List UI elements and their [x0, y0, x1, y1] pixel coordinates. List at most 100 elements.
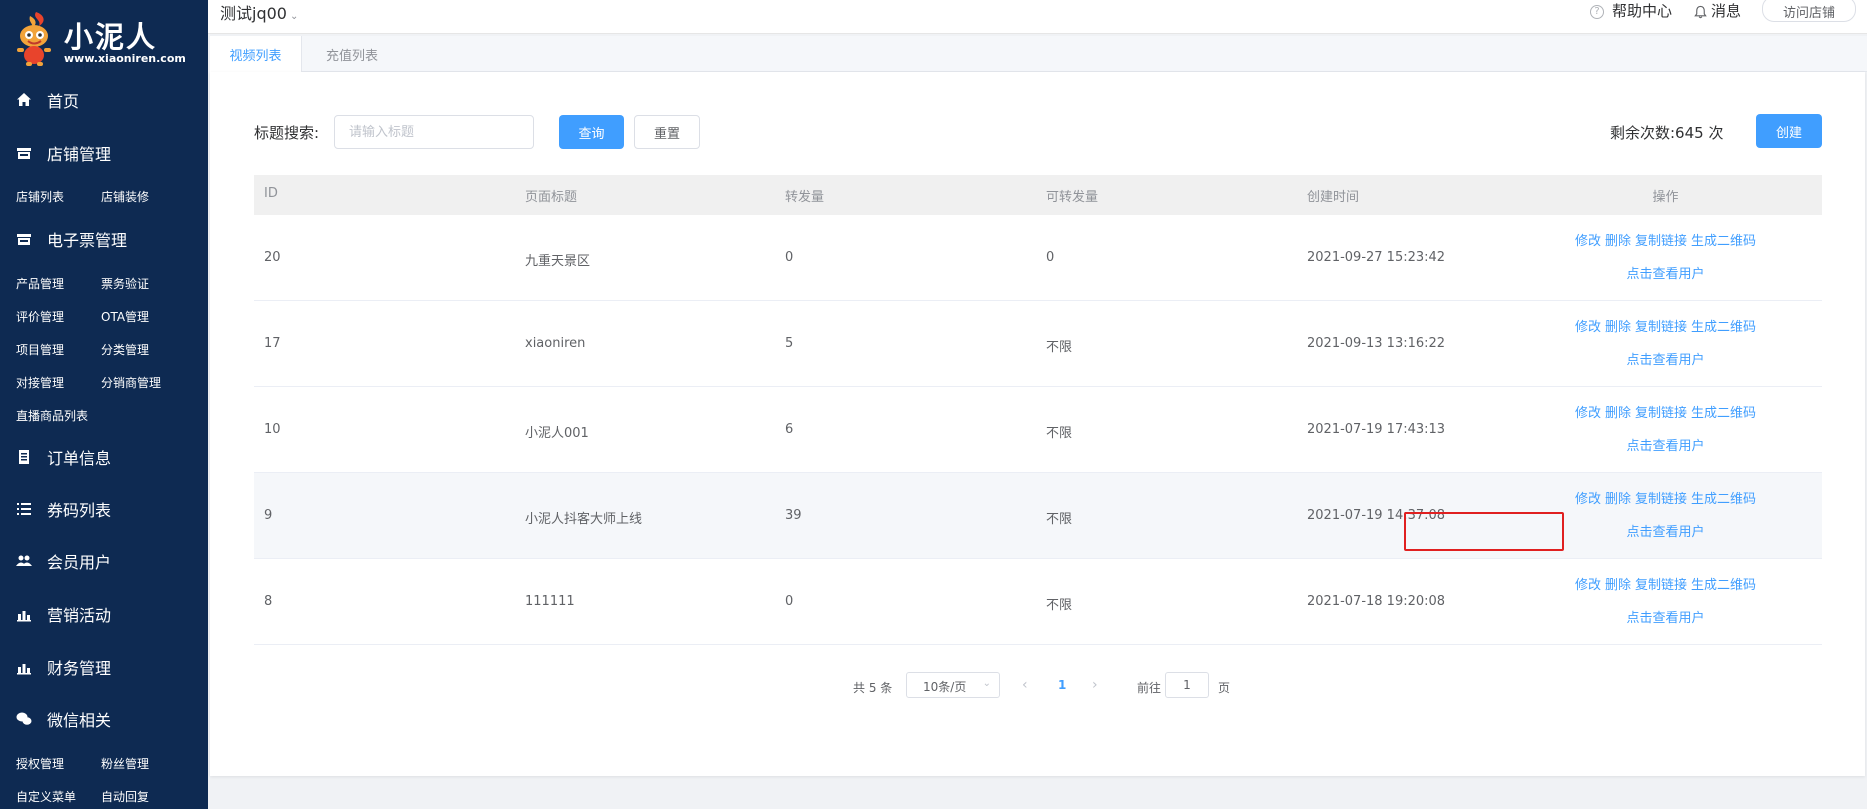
eticket-submenu-row3: 项目管理 分类管理 [0, 338, 208, 360]
edit-link[interactable]: 修改 [1575, 406, 1601, 421]
wechat-submenu-row2: 自定义菜单 自动回复 [0, 785, 208, 807]
submenu-live-products[interactable]: 直播商品列表 [16, 407, 88, 424]
nav-orders[interactable]: 订单信息 [0, 440, 208, 474]
nav-eticket[interactable]: 电子票管理 [0, 222, 208, 256]
cell-forward: 0 [785, 250, 794, 265]
nav-store[interactable]: 店铺管理 [0, 136, 208, 170]
tab-recharge-list[interactable]: 充值列表 [302, 36, 402, 72]
submenu-distributor[interactable]: 分销商管理 [101, 374, 161, 391]
store-submenu: 店铺列表 店铺装修 [0, 185, 208, 207]
edit-link[interactable]: 修改 [1575, 492, 1601, 507]
page-number-current[interactable]: 1 [1058, 678, 1066, 692]
reset-button[interactable]: 重置 [634, 115, 700, 149]
next-page-icon[interactable]: › [1092, 677, 1098, 693]
submenu-category[interactable]: 分类管理 [101, 341, 149, 358]
header-id: ID [264, 186, 278, 201]
submenu-product[interactable]: 产品管理 [16, 275, 64, 292]
qrcode-link[interactable]: 生成二维码 [1691, 234, 1756, 249]
pagination-total: 共 5 条 [853, 681, 893, 695]
view-users-link[interactable]: 点击查看用户 [1626, 611, 1704, 626]
submenu-store-list[interactable]: 店铺列表 [16, 188, 64, 205]
create-button[interactable]: 创建 [1756, 114, 1822, 148]
edit-link[interactable]: 修改 [1575, 234, 1601, 249]
submenu-auto-reply[interactable]: 自动回复 [101, 788, 149, 805]
delete-link[interactable]: 删除 [1605, 234, 1631, 249]
submenu-custom-menu[interactable]: 自定义菜单 [16, 788, 76, 805]
brand-name: 小泥人 [64, 20, 158, 54]
nav-members[interactable]: 会员用户 [0, 544, 208, 578]
delete-link[interactable]: 删除 [1605, 492, 1631, 507]
submenu-review[interactable]: 评价管理 [16, 308, 64, 325]
view-users-link[interactable]: 点击查看用户 [1626, 439, 1704, 454]
visit-store-button[interactable]: 访问店铺 [1762, 0, 1856, 22]
cell-can-forward: 不限 [1046, 598, 1073, 613]
messages-label: 消息 [1711, 2, 1742, 20]
prev-page-icon[interactable]: ‹ [1022, 677, 1028, 693]
submenu-ota[interactable]: OTA管理 [101, 308, 149, 325]
qrcode-link[interactable]: 生成二维码 [1691, 320, 1756, 335]
main-panel: 标题搜索: 查询 重置 剩余次数:645 次 创建 ID 页面标题 转发量 可转… [210, 72, 1865, 776]
tab-video-list[interactable]: 视频列表 [210, 36, 302, 73]
row-actions: 修改 删除 复制链接 生成二维码 点击查看用户 [1509, 577, 1822, 628]
nav-home[interactable]: 首页 [0, 83, 208, 117]
page-suffix: 页 [1218, 681, 1231, 695]
eticket-submenu-row2: 评价管理 OTA管理 [0, 305, 208, 327]
shop-switcher[interactable]: 测试jq00 ⌄ [220, 0, 298, 24]
nav-finance-label: 财务管理 [47, 659, 112, 678]
title-search-input[interactable] [334, 115, 534, 149]
copy-link[interactable]: 复制链接 [1635, 320, 1687, 335]
store-icon [15, 144, 33, 162]
help-center-link[interactable]: ? 帮助中心 [1590, 0, 1672, 21]
submenu-project[interactable]: 项目管理 [16, 341, 64, 358]
edit-link[interactable]: 修改 [1575, 320, 1601, 335]
qrcode-link[interactable]: 生成二维码 [1691, 406, 1756, 421]
delete-link[interactable]: 删除 [1605, 320, 1631, 335]
cell-created: 2021-09-13 13:16:22 [1307, 336, 1446, 351]
query-button[interactable]: 查询 [559, 115, 624, 149]
edit-link[interactable]: 修改 [1575, 578, 1601, 593]
copy-link[interactable]: 复制链接 [1635, 492, 1687, 507]
eticket-submenu-row1: 产品管理 票务验证 [0, 272, 208, 294]
qrcode-link[interactable]: 生成二维码 [1691, 492, 1756, 507]
chevron-down-icon: ⌄ [289, 11, 299, 22]
nav-marketing-label: 营销活动 [47, 606, 112, 625]
header-can-forward: 可转发量 [1046, 190, 1099, 205]
chevron-down-icon: ⌄ [982, 678, 991, 689]
delete-link[interactable]: 删除 [1605, 578, 1631, 593]
copy-link[interactable]: 复制链接 [1635, 578, 1687, 593]
page-size-select[interactable]: 10条/页 ⌄ [906, 672, 1000, 698]
submenu-store-decorate[interactable]: 店铺装修 [101, 188, 149, 205]
delete-link[interactable]: 删除 [1605, 406, 1631, 421]
row-actions: 修改 删除 复制链接 生成二维码 点击查看用户 [1509, 491, 1822, 542]
nav-marketing[interactable]: 营销活动 [0, 597, 208, 631]
cell-can-forward: 不限 [1046, 512, 1073, 527]
submenu-auth[interactable]: 授权管理 [16, 755, 64, 772]
view-users-link[interactable]: 点击查看用户 [1626, 267, 1704, 282]
copy-link[interactable]: 复制链接 [1635, 406, 1687, 421]
view-users-link[interactable]: 点击查看用户 [1626, 353, 1704, 368]
submenu-ticket-verify[interactable]: 票务验证 [101, 275, 149, 292]
nav-orders-label: 订单信息 [47, 449, 112, 468]
nav-wechat[interactable]: 微信相关 [0, 702, 208, 736]
search-label: 标题搜索: [254, 124, 320, 142]
copy-link[interactable]: 复制链接 [1635, 234, 1687, 249]
table-row: 17 xiaoniren 5 不限 2021-09-13 13:16:22 修改… [254, 301, 1822, 387]
view-users-link[interactable]: 点击查看用户 [1626, 525, 1704, 540]
nav-finance[interactable]: 财务管理 [0, 650, 208, 684]
cell-created: 2021-07-19 14:37:08 [1307, 508, 1446, 523]
header-forward: 转发量 [785, 190, 825, 205]
submenu-fans[interactable]: 粉丝管理 [101, 755, 149, 772]
nav-coupons[interactable]: 券码列表 [0, 492, 208, 526]
bar-chart-icon [15, 658, 33, 676]
cell-title: 九重天景区 [525, 254, 591, 269]
goto-page-input[interactable] [1165, 672, 1209, 698]
submenu-integration[interactable]: 对接管理 [16, 374, 64, 391]
nav-home-label: 首页 [47, 92, 80, 111]
cell-forward: 39 [785, 508, 802, 523]
messages-link[interactable]: 消息 [1693, 0, 1741, 21]
brand-logo[interactable]: 小泥人 www.xiaoniren.com [12, 8, 192, 68]
cell-can-forward: 0 [1046, 250, 1055, 265]
goto-label: 前往 [1137, 681, 1162, 695]
table-row: 8 111111 0 不限 2021-07-18 19:20:08 修改 删除 复制… [254, 559, 1822, 645]
qrcode-link[interactable]: 生成二维码 [1691, 578, 1756, 593]
